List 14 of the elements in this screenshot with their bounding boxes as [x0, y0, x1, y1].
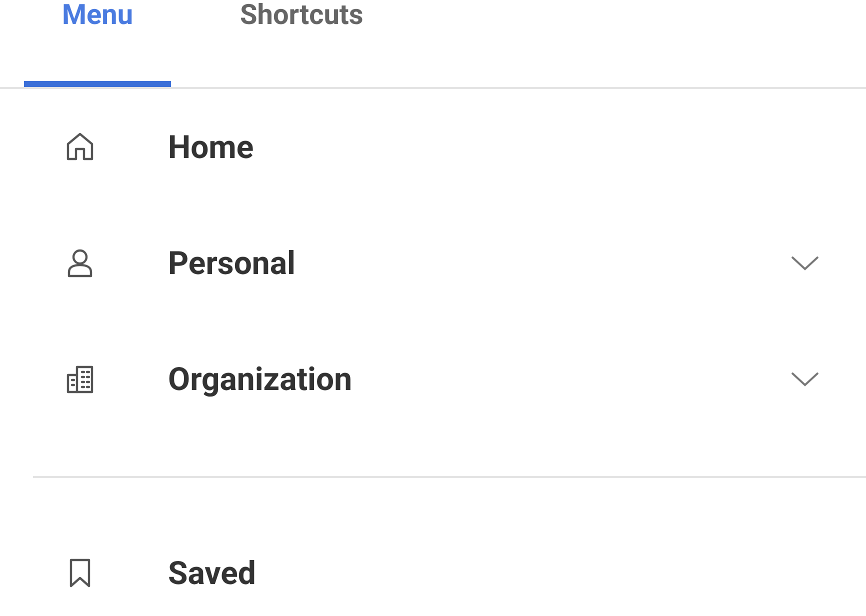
tab[interactable]: Menu — [24, 0, 172, 87]
menu-item-label: Home — [168, 127, 255, 168]
menu-item[interactable]: Personal — [0, 205, 866, 321]
menu-item[interactable]: Organization — [0, 321, 866, 437]
menu-item-label: Organization — [168, 359, 353, 400]
tab[interactable]: Shortcuts — [202, 0, 402, 87]
menu-item[interactable]: Saved — [0, 515, 866, 616]
building-icon — [64, 363, 96, 395]
menu-item-label: Saved — [168, 553, 257, 594]
chevron-down-icon[interactable] — [790, 255, 820, 271]
menu-item-label: Personal — [168, 243, 296, 284]
menu-item[interactable]: Home — [0, 89, 866, 205]
chevron-down-icon[interactable] — [790, 371, 820, 387]
home-icon — [64, 131, 96, 163]
